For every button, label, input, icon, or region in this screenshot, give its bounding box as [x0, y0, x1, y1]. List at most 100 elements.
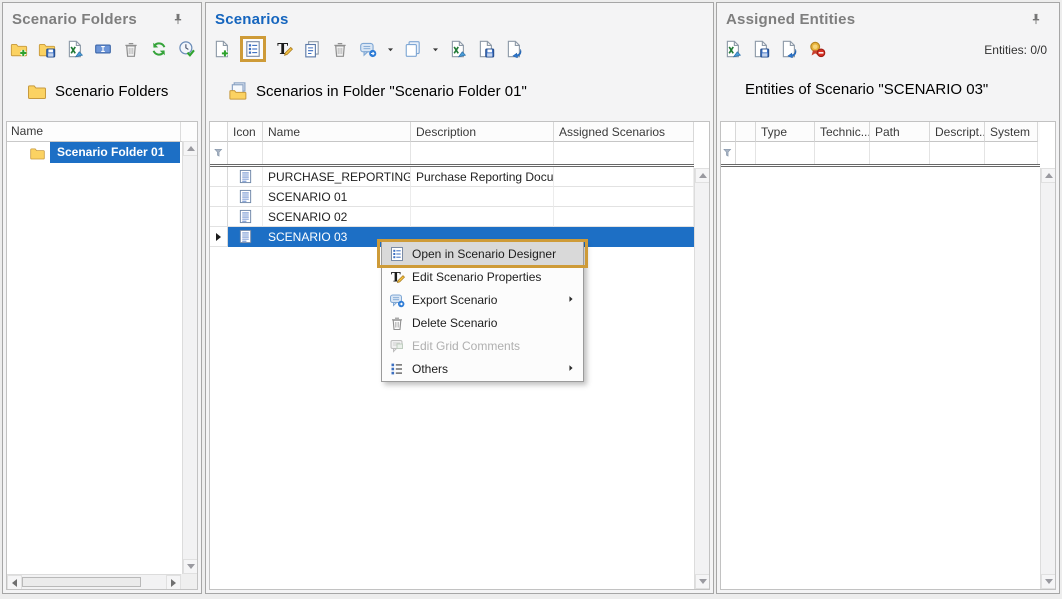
filter-cell[interactable] — [736, 142, 756, 164]
merge-scenario-button[interactable] — [403, 39, 423, 59]
open-in-scenario-designer-button[interactable] — [243, 39, 263, 59]
caption-text: Entities of Scenario "SCENARIO 03" — [745, 81, 988, 98]
pin-icon[interactable] — [171, 12, 185, 26]
delete-folder-button[interactable] — [121, 39, 141, 59]
panel-scenario-folders: Scenario Folders Scenario Folders Name S… — [2, 2, 202, 594]
row-icon-cell[interactable] — [228, 227, 263, 247]
refresh-button[interactable] — [149, 39, 169, 59]
menu-item-label: Delete Scenario — [412, 316, 497, 330]
filter-cell[interactable] — [411, 142, 554, 164]
column-header-descript[interactable]: Descript... — [930, 122, 985, 142]
filter-row — [721, 142, 1040, 167]
rename-folder-button[interactable] — [93, 39, 113, 59]
grid-cell[interactable] — [554, 187, 694, 207]
delete-scenario-button[interactable] — [330, 39, 350, 59]
export-scenario-button[interactable] — [358, 39, 378, 59]
new-folder-button[interactable] — [9, 39, 29, 59]
menu-item-open-in-scenario-designer[interactable]: Open in Scenario Designer — [382, 242, 583, 265]
horizontal-scrollbar[interactable] — [7, 574, 181, 589]
row-icon-cell[interactable] — [228, 187, 263, 207]
scenario-item-icon — [238, 189, 253, 204]
export-entities-excel-button[interactable] — [723, 39, 743, 59]
column-header-name[interactable]: Name — [7, 122, 180, 141]
filter-funnel-cell[interactable] — [210, 142, 228, 164]
table-row[interactable]: SCENARIO 01 — [210, 187, 694, 207]
filter-cell[interactable] — [930, 142, 985, 164]
menu-item-export-scenario[interactable]: Export Scenario — [382, 288, 583, 311]
filter-cell[interactable] — [870, 142, 930, 164]
filter-cell[interactable] — [815, 142, 870, 164]
panel-title: Scenarios — [215, 11, 289, 28]
scroll-down-button[interactable] — [695, 574, 710, 589]
load-scenario-button[interactable] — [504, 39, 524, 59]
filter-cell[interactable] — [985, 142, 1038, 164]
column-header-assigned-scenarios[interactable]: Assigned Scenarios — [554, 122, 694, 142]
pin-icon[interactable] — [1029, 12, 1043, 26]
table-row[interactable]: SCENARIO 02 — [210, 207, 694, 227]
unassign-entity-button[interactable] — [807, 39, 827, 59]
scenarios-toolbar: T — [212, 36, 524, 62]
copy-scenario-button[interactable] — [302, 39, 322, 59]
scroll-left-button[interactable] — [7, 575, 22, 590]
menu-item-delete-scenario[interactable]: Delete Scenario — [382, 311, 583, 334]
column-header-type[interactable]: Type — [756, 122, 815, 142]
filter-funnel-cell[interactable] — [721, 142, 736, 164]
save-folder-button[interactable] — [37, 39, 57, 59]
export-folder-excel-button[interactable] — [65, 39, 85, 59]
edit-scenario-properties-button[interactable]: T — [274, 39, 294, 59]
grid-cell[interactable]: Purchase Reporting Docu... — [411, 167, 554, 187]
column-header-name[interactable]: Name — [263, 122, 411, 142]
column-header-system[interactable]: System — [985, 122, 1038, 142]
grid-cell[interactable] — [411, 207, 554, 227]
funnel-icon — [213, 147, 225, 159]
column-header-technic[interactable]: Technic... — [815, 122, 870, 142]
scroll-down-button[interactable] — [183, 559, 198, 574]
scroll-down-button[interactable] — [1041, 574, 1056, 589]
vertical-scrollbar[interactable] — [182, 141, 197, 574]
export-excel-button[interactable] — [448, 39, 468, 59]
scroll-right-button[interactable] — [166, 575, 181, 590]
entities-toolbar — [723, 36, 827, 62]
dropdown-caret-icon[interactable] — [386, 45, 395, 54]
filter-cell[interactable] — [263, 142, 411, 164]
column-header-icon[interactable]: Icon — [228, 122, 263, 142]
vertical-scrollbar[interactable] — [694, 168, 709, 589]
tree-header: Name — [7, 122, 197, 142]
filter-cell[interactable] — [756, 142, 815, 164]
grid-cell[interactable]: PURCHASE_REPORTING_... — [263, 167, 411, 187]
trash-icon — [122, 40, 140, 58]
save-scenario-button[interactable] — [476, 39, 496, 59]
column-header-path[interactable]: Path — [870, 122, 930, 142]
scrollbar-thumb[interactable] — [22, 577, 141, 587]
save-entities-button[interactable] — [751, 39, 771, 59]
grid-cell[interactable]: SCENARIO 02 — [263, 207, 411, 227]
grid-cell[interactable] — [411, 187, 554, 207]
table-row[interactable]: PURCHASE_REPORTING_...Purchase Reporting… — [210, 167, 694, 187]
row-icon-cell[interactable] — [228, 167, 263, 187]
scenario-designer-icon — [382, 246, 412, 262]
check-history-button[interactable] — [177, 39, 197, 59]
scrollbar-corner — [181, 574, 197, 589]
scroll-up-button[interactable] — [1041, 168, 1056, 183]
tree-item-label[interactable]: Scenario Folder 01 — [50, 142, 180, 163]
column-header-blank[interactable] — [736, 122, 756, 142]
load-entities-button[interactable] — [779, 39, 799, 59]
filter-cell[interactable] — [554, 142, 694, 164]
scroll-up-button[interactable] — [695, 168, 710, 183]
scenario-item-icon — [238, 229, 253, 244]
grid-cell[interactable]: SCENARIO 01 — [263, 187, 411, 207]
others-list-icon — [382, 361, 412, 377]
grid-cell[interactable] — [554, 167, 694, 187]
column-header-description[interactable]: Description — [411, 122, 554, 142]
dropdown-caret-icon[interactable] — [431, 45, 440, 54]
filter-cell[interactable] — [228, 142, 263, 164]
menu-item-edit-grid-comments[interactable]: Edit Grid Comments — [382, 334, 583, 357]
scroll-up-button[interactable] — [183, 141, 198, 156]
row-icon-cell[interactable] — [228, 207, 263, 227]
menu-item-others[interactable]: Others — [382, 357, 583, 380]
grid-cell[interactable] — [554, 207, 694, 227]
menu-item-edit-scenario-properties[interactable]: TEdit Scenario Properties — [382, 265, 583, 288]
new-scenario-button[interactable] — [212, 39, 232, 59]
tree-item-scenario-folder-01[interactable]: Scenario Folder 01 — [8, 142, 180, 163]
vertical-scrollbar[interactable] — [1040, 168, 1055, 589]
